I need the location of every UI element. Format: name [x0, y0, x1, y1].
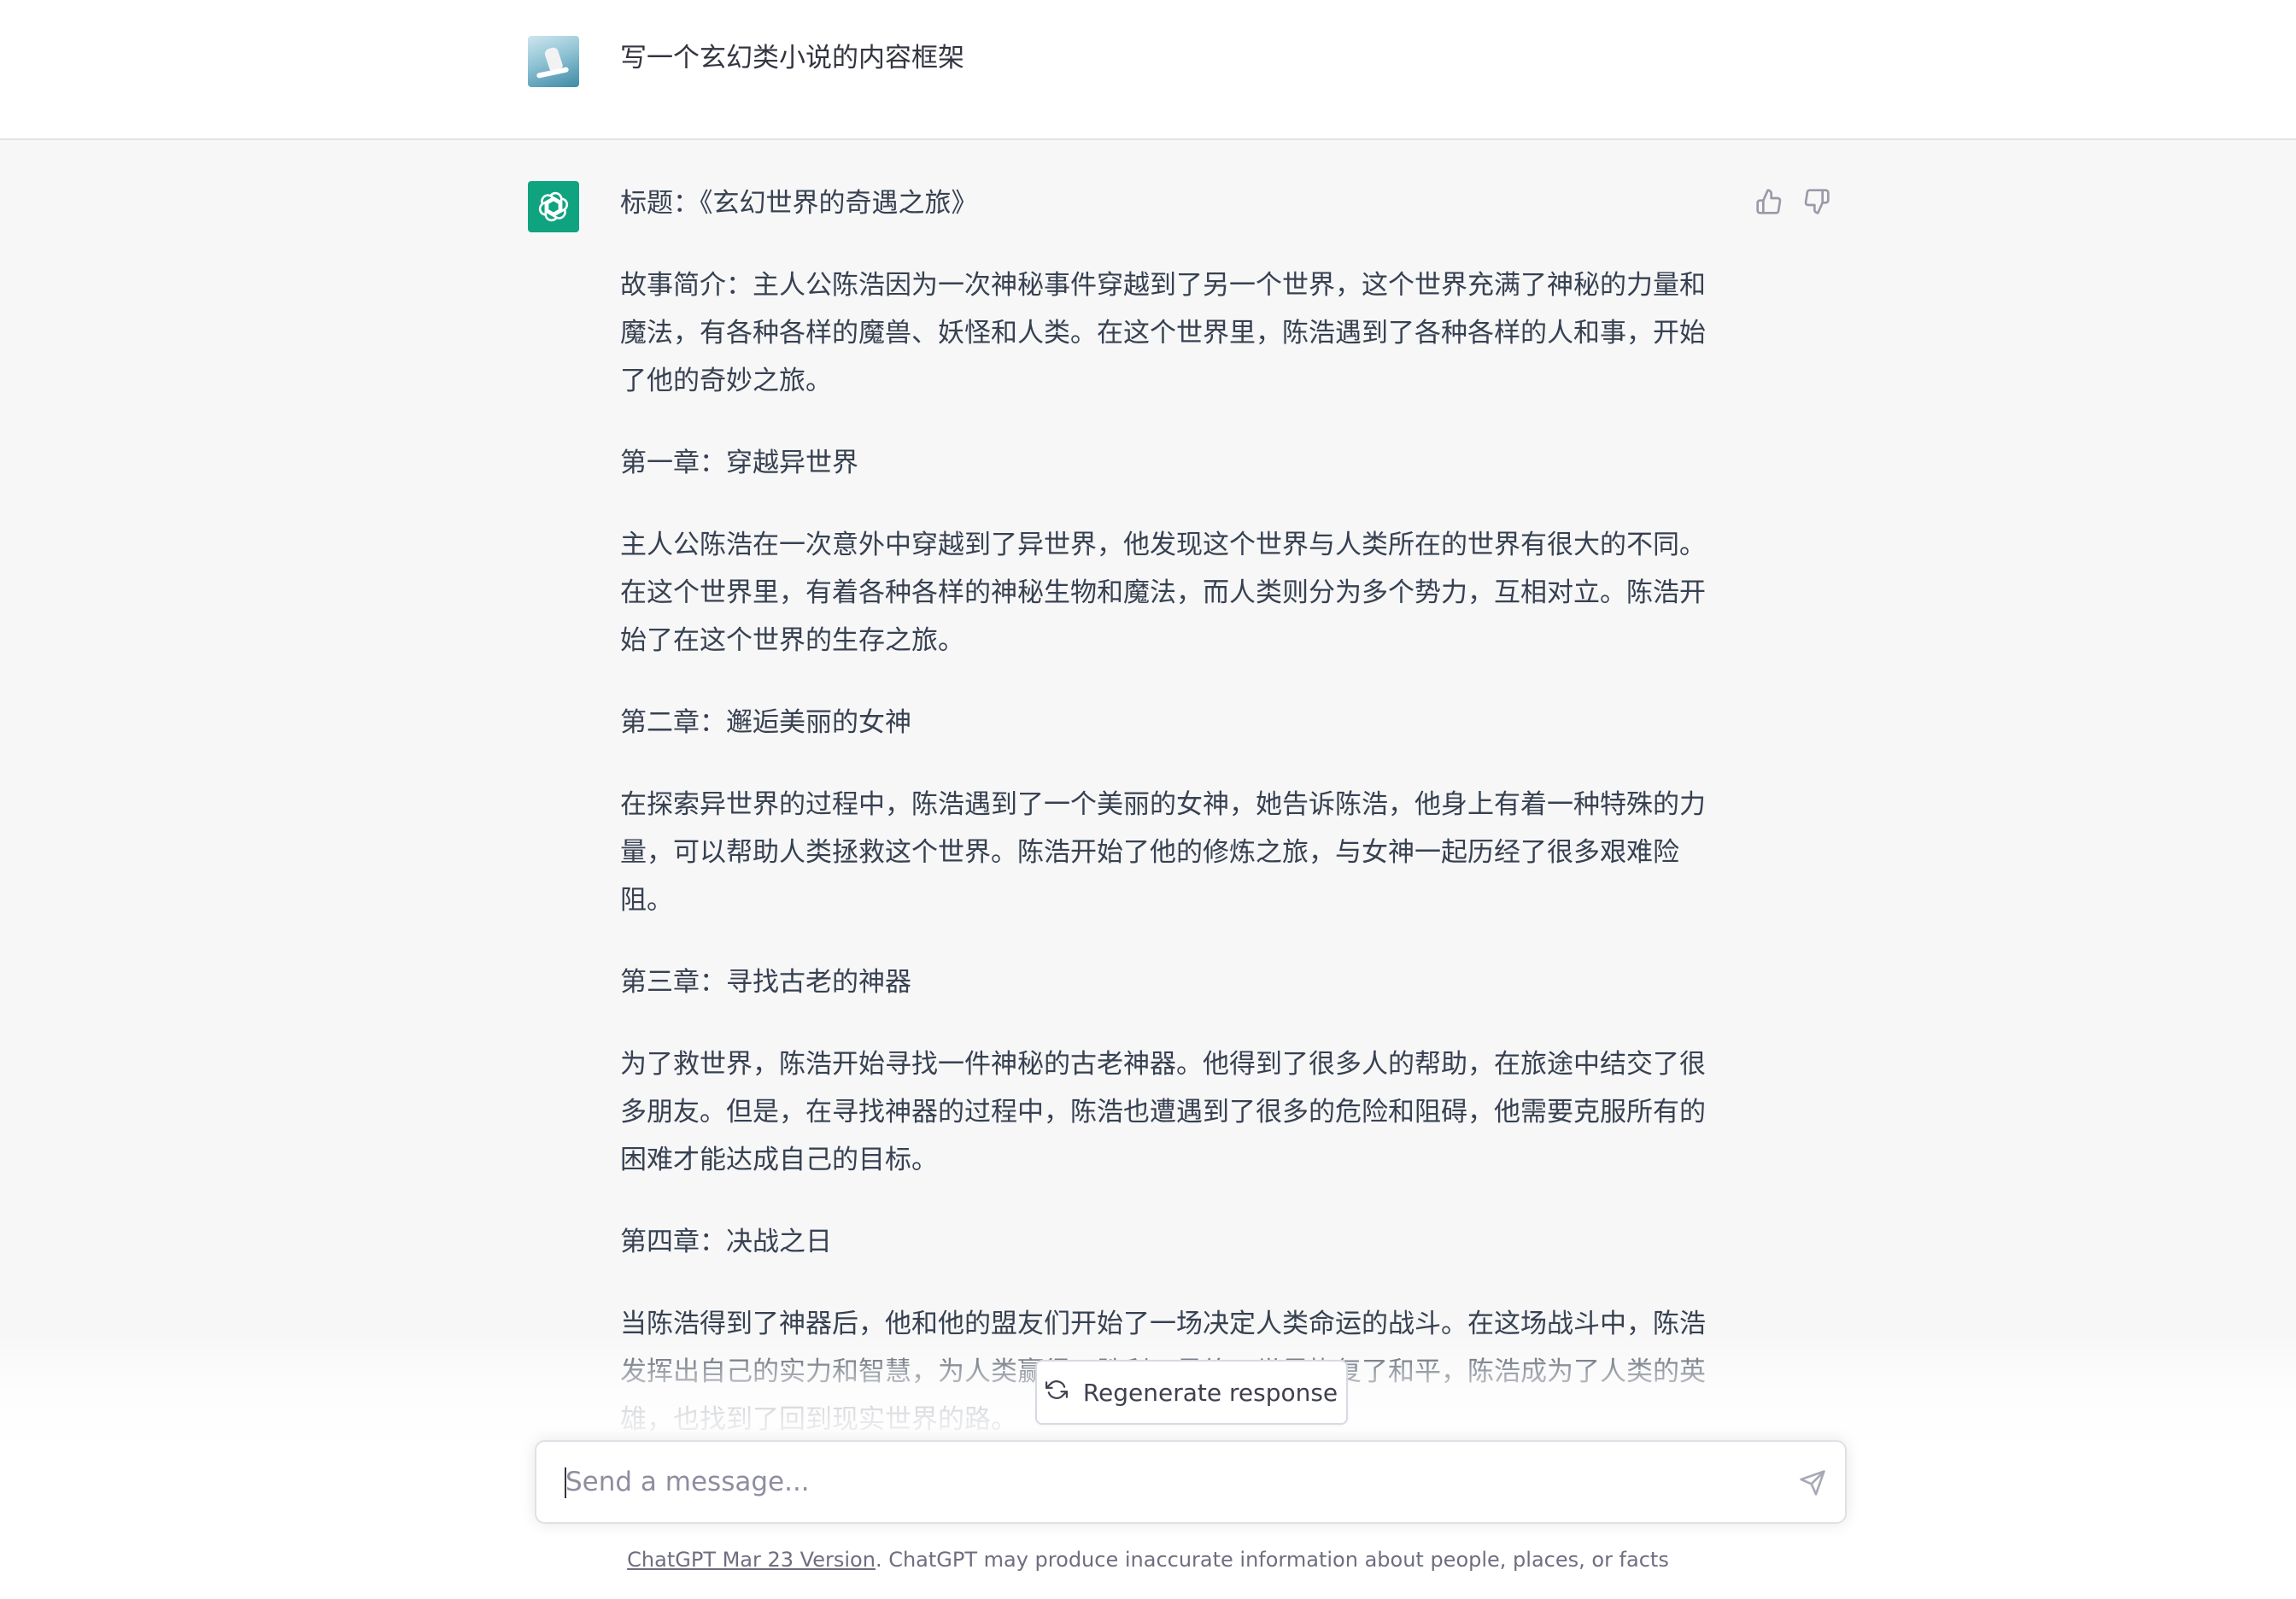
footer-disclaimer: ChatGPT Mar 23 Version. ChatGPT may prod… [0, 1543, 2296, 1577]
thumbs-up-icon[interactable] [1752, 184, 1786, 219]
chapter-3-body: 为了救世界，陈浩开始寻找一件神秘的古老神器。他得到了很多人的帮助，在旅途中结交了… [620, 1049, 1706, 1175]
message-composer [535, 1440, 1847, 1524]
response-title: 标题：《玄幻世界的奇遇之旅》 [620, 188, 978, 219]
regenerate-label: Regenerate response [1082, 1378, 1338, 1407]
refresh-icon [1045, 1379, 1068, 1407]
response-synopsis: 故事简介：主人公陈浩因为一次神秘事件穿越到了另一个世界，这个世界充满了神秘的力量… [620, 270, 1706, 396]
openai-logo-icon [528, 181, 579, 232]
regenerate-response-button[interactable]: Regenerate response [1035, 1360, 1348, 1425]
assistant-response: 标题：《玄幻世界的奇遇之旅》 故事简介：主人公陈浩因为一次神秘事件穿越到了另一个… [620, 179, 1722, 1478]
user-message-text: 写一个玄幻类小说的内容框架 [620, 43, 964, 73]
text-caret [565, 1467, 566, 1498]
chat-window: 写一个玄幻类小说的内容框架 标题：《玄幻世界的奇遇之旅》 故事简介：主人公陈浩因… [0, 0, 2296, 1599]
user-message-row: 写一个玄幻类小说的内容框架 [0, 0, 2296, 140]
disclaimer-text: . ChatGPT may produce inaccurate informa… [875, 1548, 1669, 1572]
thumbs-down-icon[interactable] [1800, 184, 1834, 219]
chapter-2-body: 在探索异世界的过程中，陈浩遇到了一个美丽的女神，她告诉陈浩，他身上有着一种特殊的… [620, 789, 1706, 916]
chapter-1-body: 主人公陈浩在一次意外中穿越到了异世界，他发现这个世界与人类所在的世界有很大的不同… [620, 530, 1706, 656]
user-avatar [528, 36, 579, 87]
message-input[interactable] [565, 1442, 1744, 1522]
chapter-4-heading: 第四章：决战之日 [620, 1227, 832, 1257]
chapter-3-heading: 第三章：寻找古老的神器 [620, 967, 911, 998]
send-icon[interactable] [1794, 1464, 1831, 1502]
chapter-2-heading: 第二章：邂逅美丽的女神 [620, 707, 911, 738]
chapter-1-heading: 第一章：穿越异世界 [620, 448, 858, 478]
version-link[interactable]: ChatGPT Mar 23 Version [627, 1548, 876, 1572]
